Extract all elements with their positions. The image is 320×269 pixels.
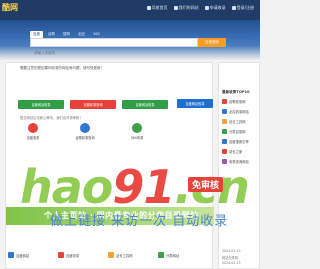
- blue-circle-icon: [80, 123, 90, 133]
- top-link-sites[interactable]: 我们的网站: [173, 5, 199, 11]
- red-circle-icon: [28, 123, 38, 133]
- submit-icon: [204, 6, 209, 10]
- icon-item-google[interactable]: 谷歌收录查询: [70, 123, 100, 140]
- search-input[interactable]: [31, 49, 197, 57]
- site-icon: [158, 252, 164, 258]
- site-icon: [58, 252, 64, 258]
- site-icon: [222, 139, 227, 144]
- sidebar-item-6[interactable]: 站长之家: [222, 149, 249, 154]
- site-logo[interactable]: 酷网: [2, 2, 18, 13]
- sidebar-date-1: 2024-03-13: [222, 249, 241, 253]
- search-tab-sogou[interactable]: 搜狗: [60, 31, 73, 38]
- top-link-login[interactable]: 登录/注册: [231, 5, 254, 11]
- icon-item-baidu[interactable]: 百度收录: [18, 123, 48, 140]
- sidebar-list: 谷歌收录网 必应收录网站 站长工具网 分类目录网 百度搜索引擎 站长之家 收录查…: [222, 99, 249, 164]
- sidebar-item-1[interactable]: 谷歌收录网: [222, 99, 249, 104]
- bottom-links: 百度网站 百度收录 站长工具网 分类网址: [8, 252, 208, 258]
- sub-text: 提交网站后请耐心等待，我们会尽快审核！: [20, 116, 83, 120]
- sidebar-item-3[interactable]: 站长工具网: [222, 119, 249, 124]
- search-tabs: 百度 谷歌 搜狗 必应 360: [30, 31, 103, 38]
- site-icon: [222, 149, 227, 154]
- sidebar-date-2: 2024-03-13: [222, 261, 241, 265]
- top-link-submit[interactable]: 申请收录: [204, 5, 226, 11]
- watermark-badge: 免审核: [188, 177, 224, 192]
- search-tab-google[interactable]: 谷歌: [45, 31, 58, 38]
- user-icon: [231, 6, 236, 10]
- bottom-link-3[interactable]: 站长工具网: [108, 252, 158, 258]
- category-button-4[interactable]: 百度网站收录: [177, 99, 213, 108]
- category-buttons: 百度网站收录 百度收录查询 百度网站收录: [18, 100, 168, 109]
- top-link-home[interactable]: 导航首页: [146, 5, 168, 11]
- green-circle-icon: [132, 123, 142, 133]
- search-tab-baidu[interactable]: 百度: [30, 31, 43, 38]
- search-tab-bing[interactable]: 必应: [75, 31, 88, 38]
- category-button-1[interactable]: 百度网站收录: [18, 100, 64, 109]
- watermark-slogan: 做上链接 来访一次 自动收录: [50, 214, 229, 229]
- site-icon: [222, 109, 227, 114]
- sidebar-title: 最新收录TOP10: [222, 90, 250, 94]
- icon-item-360[interactable]: 360收录: [122, 123, 152, 140]
- top-bar: 酷网 导航首页 我们的网站 申请收录 登录/注册: [0, 0, 260, 20]
- sidebar-item-2[interactable]: 必应收录网站: [222, 109, 249, 114]
- category-button-2[interactable]: 百度收录查询: [70, 100, 116, 109]
- site-icon: [108, 252, 114, 258]
- sidebar-item-5[interactable]: 百度搜索引擎: [222, 139, 249, 144]
- site-icon: [8, 252, 14, 258]
- sidebar-footer-item[interactable]: 网站分类网: [222, 255, 238, 260]
- bottom-link-1[interactable]: 百度网站: [8, 252, 58, 258]
- sidebar-item-4[interactable]: 分类目录网: [222, 129, 249, 134]
- search-box: [30, 38, 198, 57]
- category-button-3[interactable]: 百度网站收录: [122, 100, 168, 109]
- site-icon: [222, 129, 227, 134]
- icon-row: 百度收录 谷歌收录查询 360收录: [18, 123, 152, 140]
- site-icon: [222, 99, 227, 104]
- bottom-link-4[interactable]: 分类网址: [158, 252, 208, 258]
- search-tab-360[interactable]: 360: [90, 31, 103, 38]
- globe-icon: [173, 6, 178, 10]
- top-links: 导航首页 我们的网站 申请收录 登录/注册: [146, 5, 254, 11]
- search-button[interactable]: 百度搜索: [198, 38, 226, 47]
- site-icon: [222, 119, 227, 124]
- home-icon: [146, 6, 151, 10]
- bottom-link-2[interactable]: 百度收录: [58, 252, 108, 258]
- notice-text: 需要注意的是如果你收录的网站有问题，请尽快更新！: [20, 66, 104, 70]
